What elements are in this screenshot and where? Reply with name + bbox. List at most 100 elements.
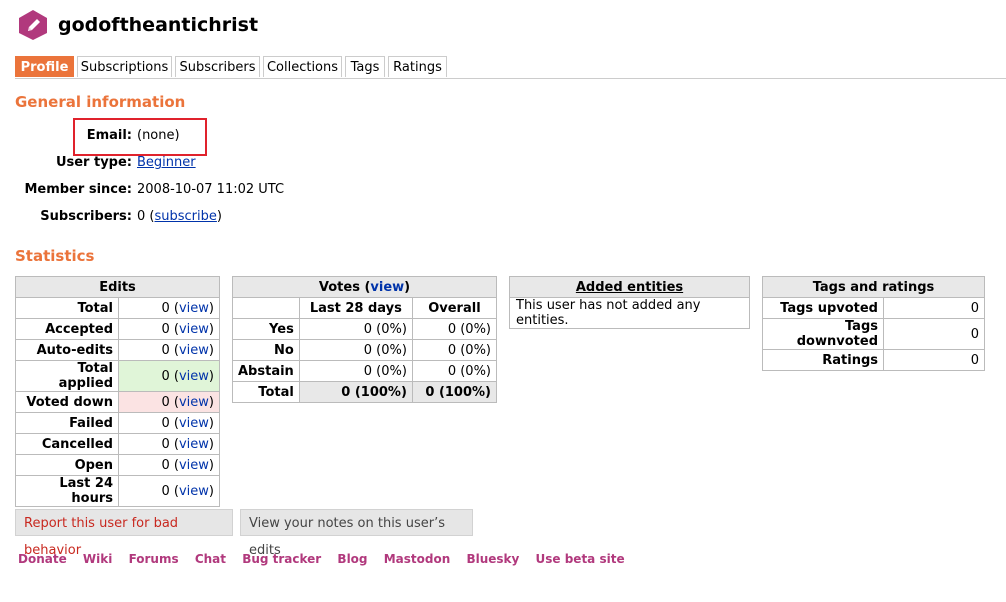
edits-row-label: Auto-edits [15,339,119,361]
votes-view-link[interactable]: view [370,280,404,295]
edits-row-value: 0 [161,415,170,431]
votes-title-text: Votes [318,279,360,295]
member-since-label: Member since: [24,182,132,197]
votes-table-title: Votes (view) [232,276,497,298]
view-link[interactable]: view [179,322,209,337]
added-entities-message: This user has not added any entities. [509,297,750,329]
footer-link-beta-site[interactable]: Use beta site [536,552,625,566]
edits-row-label: Open [15,454,119,476]
footer-link-bluesky[interactable]: Bluesky [466,552,519,566]
member-since-row: Member since: 2008-10-07 11:02 UTC [15,180,615,200]
edits-table: Edits Total 0 (view) Accepted 0 (view) A… [15,276,220,507]
profile-tabs: Profile Subscriptions Subscribers Collec… [15,56,1006,79]
table-row: Tags downvoted 0 [762,318,985,350]
profile-header: godoftheantichrist [18,8,258,42]
votes-table: Votes (view) Last 28 days Overall Yes 0 … [232,276,498,403]
edits-row-value: 0 [161,394,170,410]
tab-collections[interactable]: Collections [263,56,342,77]
edits-row-value: 0 [161,321,170,337]
edits-row-value: 0 [161,368,170,384]
footer-link-mastodon[interactable]: Mastodon [384,552,451,566]
votes-row-label: Total [232,381,300,403]
general-information-heading: General information [15,93,186,111]
view-link[interactable]: view [179,343,209,358]
subscribers-label: Subscribers: [40,209,132,224]
votes-last28-value: 0 (0%) [298,318,413,340]
footer-link-blog[interactable]: Blog [337,552,367,566]
edits-table-title: Edits [15,276,220,298]
votes-overall-value: 0 (100%) [411,381,498,403]
tab-subscriptions[interactable]: Subscriptions [77,56,172,77]
view-link[interactable]: view [179,369,209,384]
votes-last28-value: 0 (100%) [298,381,413,403]
edits-row-label: Last 24 hours [15,475,119,507]
table-row: Tags upvoted 0 [762,297,985,319]
tab-subscribers[interactable]: Subscribers [175,56,260,77]
footer-link-chat[interactable]: Chat [195,552,226,566]
statistics-heading: Statistics [15,247,95,265]
tags-row-value: 0 [883,349,985,371]
edits-row-label: Voted down [15,391,119,413]
votes-corner-cell [232,297,300,319]
table-row: Accepted 0 (view) [15,318,220,340]
table-row: Total 0 (100%) 0 (100%) [232,381,498,403]
subscribe-link[interactable]: subscribe [155,209,217,224]
votes-row-label: No [232,339,300,361]
votes-col-overall: Overall [411,297,498,319]
user-type-label: User type: [55,155,132,170]
view-link[interactable]: view [179,395,209,410]
member-since-value: 2008-10-07 11:02 UTC [137,182,285,197]
view-link[interactable]: view [179,437,209,452]
table-row: Ratings 0 [762,349,985,371]
votes-last28-value: 0 (0%) [298,339,413,361]
tags-row-value: 0 [883,297,985,319]
added-entities-link[interactable]: Added entities [576,280,683,295]
user-type-row: User type: Beginner [15,153,615,173]
edits-row-value: 0 [161,483,170,499]
footer-link-wiki[interactable]: Wiki [83,552,112,566]
footer-link-bug-tracker[interactable]: Bug tracker [242,552,321,566]
votes-last28-value: 0 (0%) [298,360,413,382]
edits-row-label: Failed [15,412,119,434]
view-link[interactable]: view [179,416,209,431]
table-row: Failed 0 (view) [15,412,220,434]
tags-row-label: Ratings [762,349,884,371]
votes-col-last28: Last 28 days [298,297,413,319]
votes-overall-value: 0 (0%) [411,360,498,382]
table-row: Yes 0 (0%) 0 (0%) [232,318,498,340]
tags-ratings-table: Tags and ratings Tags upvoted 0 Tags dow… [762,276,985,371]
email-label: Email: [86,128,132,143]
table-row: Total 0 (view) [15,297,220,319]
tags-row-label: Tags upvoted [762,297,884,319]
tab-tags[interactable]: Tags [345,56,385,77]
edits-row-label: Cancelled [15,433,119,455]
edits-row-label: Accepted [15,318,119,340]
username: godoftheantichrist [58,14,259,36]
pencil-hexagon-icon [19,10,47,40]
edits-row-value: 0 [161,342,170,358]
subscribers-row: Subscribers: 0 (subscribe) [15,207,615,227]
footer-link-donate[interactable]: Donate [18,552,67,566]
footer-links: Donate Wiki Forums Chat Bug tracker Blog… [18,552,637,568]
table-row: Last 24 hours 0 (view) [15,475,220,507]
votes-overall-value: 0 (0%) [411,339,498,361]
votes-overall-value: 0 (0%) [411,318,498,340]
view-notes-button[interactable]: View your notes on this user’s edits [240,509,473,558]
footer-link-forums[interactable]: Forums [129,552,179,566]
email-row: Email: (none) [15,126,615,146]
table-row: Voted down 0 (view) [15,391,220,413]
view-link[interactable]: view [179,301,209,316]
edits-row-value: 0 [161,457,170,473]
view-link[interactable]: view [179,484,209,499]
user-type-link[interactable]: Beginner [137,155,196,170]
tab-ratings[interactable]: Ratings [388,56,447,77]
table-row: Open 0 (view) [15,454,220,476]
view-link[interactable]: view [179,458,209,473]
table-row: Total applied 0 (view) [15,360,220,392]
tags-row-value: 0 [883,318,985,350]
tab-profile[interactable]: Profile [15,56,74,77]
edits-row-label: Total [15,297,119,319]
table-row: Auto-edits 0 (view) [15,339,220,361]
table-row: Cancelled 0 (view) [15,433,220,455]
report-user-button[interactable]: Report this user for bad behavior [15,509,233,558]
